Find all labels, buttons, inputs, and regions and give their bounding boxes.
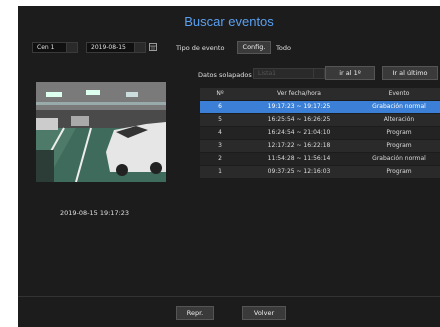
play-button[interactable]: Repr.: [176, 306, 214, 320]
overlap-label: Datos solapados: [198, 71, 252, 79]
row-event: Grabación normal: [372, 103, 426, 110]
row-time: 12:17:22 ~ 16:22:18: [267, 142, 331, 149]
row-event: Program: [386, 142, 412, 149]
chevron-down-icon: [134, 43, 145, 52]
calendar-icon[interactable]: [149, 43, 157, 51]
row-number: 1: [218, 168, 222, 175]
table-row[interactable]: 3 12:17:22 ~ 16:22:18 Program: [200, 140, 440, 152]
search-events-window: Buscar eventos Cen 1 2019-08-15 Tipo de …: [18, 6, 440, 327]
row-event: Alteración: [383, 116, 415, 123]
table-row[interactable]: 4 16:24:54 ~ 21:04:10 Program: [200, 127, 440, 139]
row-number: 5: [218, 116, 222, 123]
overlap-dropdown[interactable]: Lista1: [253, 68, 325, 79]
row-time: 11:54:28 ~ 11:56:14: [267, 155, 331, 162]
table-row[interactable]: 5 16:25:54 ~ 16:26:25 Alteración: [200, 114, 440, 126]
header-number: Nº: [216, 90, 224, 97]
camera-preview: [36, 82, 166, 182]
row-time: 19:17:23 ~ 19:17:25: [267, 103, 331, 110]
row-number: 2: [218, 155, 222, 162]
table-row[interactable]: 6 19:17:23 ~ 19:17:25 Grabación normal: [200, 101, 440, 113]
go-first-button[interactable]: ir al 1º: [325, 66, 375, 80]
window-title: Buscar eventos: [184, 14, 274, 29]
table-header: Nº Ver fecha/hora Evento: [200, 88, 440, 100]
row-number: 6: [218, 103, 222, 110]
row-time: 16:25:54 ~ 16:26:25: [267, 116, 331, 123]
back-button[interactable]: Volver: [242, 306, 286, 320]
config-button[interactable]: Config.: [237, 41, 271, 54]
row-time: 09:37:25 ~ 12:16:03: [267, 168, 331, 175]
header-event: Evento: [388, 90, 410, 97]
event-type-value: Todo: [276, 44, 291, 52]
preview-timestamp: 2019-08-15 19:17:23: [60, 209, 130, 217]
chevron-down-icon: [66, 43, 77, 52]
row-event: Grabación normal: [372, 155, 426, 162]
row-time: 16:24:54 ~ 21:04:10: [267, 129, 331, 136]
table-row[interactable]: 1 09:37:25 ~ 12:16:03 Program: [200, 166, 440, 178]
row-number: 4: [218, 129, 222, 136]
go-last-button[interactable]: Ir al último: [382, 66, 438, 80]
date-value: 2019-08-15: [91, 44, 126, 51]
table-row[interactable]: 2 11:54:28 ~ 11:56:14 Grabación normal: [200, 153, 440, 165]
channel-value: Cen 1: [37, 44, 55, 51]
row-event: Program: [386, 168, 412, 175]
date-field[interactable]: 2019-08-15: [86, 42, 146, 53]
chevron-down-icon: [313, 69, 324, 78]
header-datetime: Ver fecha/hora: [277, 90, 321, 97]
footer-divider: [18, 296, 440, 297]
overlap-value: Lista1: [258, 70, 276, 77]
channel-dropdown[interactable]: Cen 1: [32, 42, 78, 53]
event-type-label: Tipo de evento: [176, 44, 225, 52]
row-event: Program: [386, 129, 412, 136]
parking-garage-image: [36, 82, 166, 182]
row-number: 3: [218, 142, 222, 149]
